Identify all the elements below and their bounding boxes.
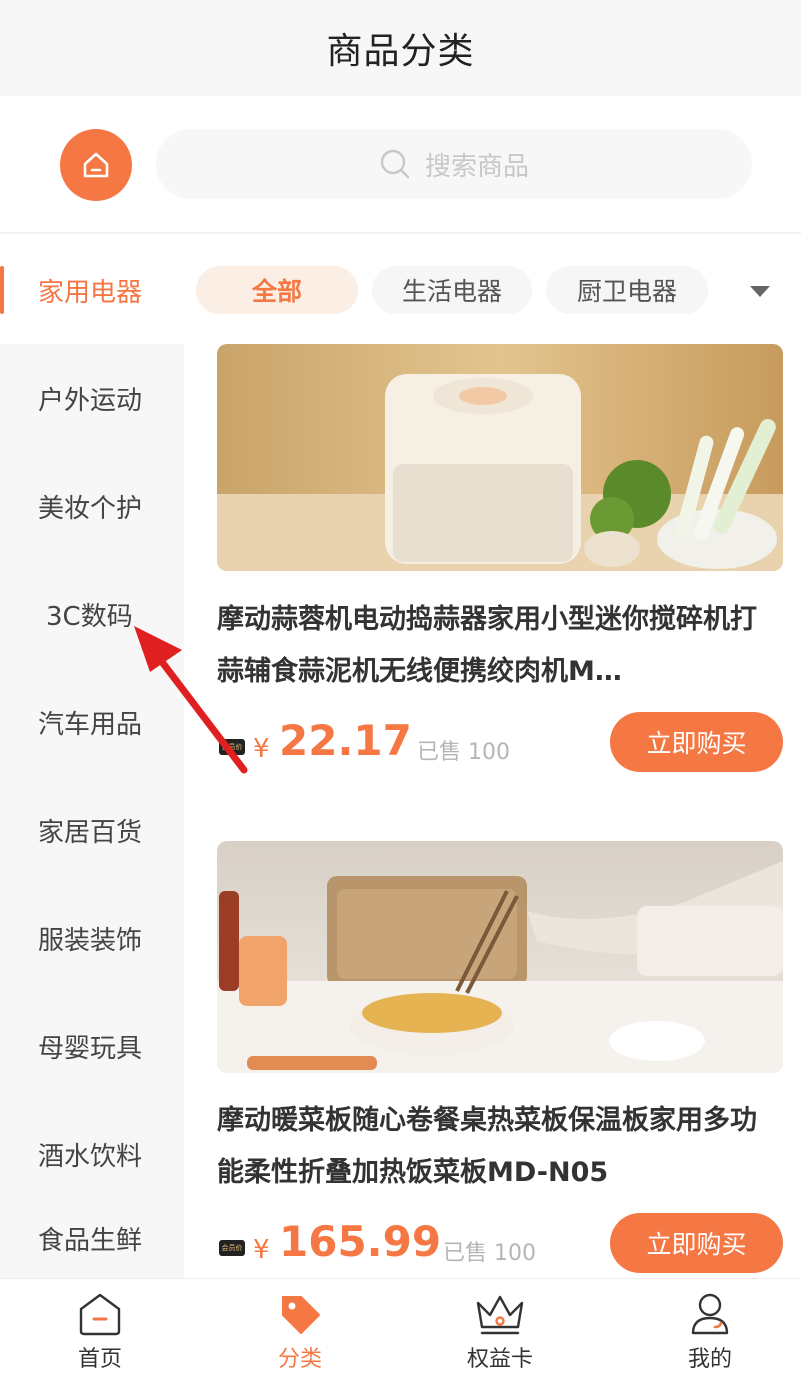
chip-life-appliances[interactable]: 生活电器 [372, 266, 532, 314]
home-button[interactable] [60, 129, 132, 201]
bottom-tab-bar: 首页 分类 权益卡 我的 [0, 1278, 801, 1378]
tab-profile[interactable]: 我的 [610, 1279, 801, 1378]
tab-label: 分类 [277, 1347, 322, 1372]
sidebar-item-label: 户外运动 [38, 385, 143, 416]
chip-label: 全部 [251, 277, 302, 306]
sold-count: 已售 100 [443, 1241, 536, 1266]
subcategory-bar: 全部 生活电器 厨卫电器 [184, 236, 801, 344]
sidebar-item-label: 酒水饮料 [38, 1141, 143, 1172]
sidebar-item-label: 家用电器 [38, 277, 143, 308]
sidebar-item-baby-toys[interactable]: 母婴玩具 [0, 992, 184, 1100]
home-icon [83, 152, 109, 178]
sidebar-item-auto[interactable]: 汽车用品 [0, 668, 184, 776]
buy-now-button[interactable]: 立即购买 [610, 1213, 783, 1273]
home-icon [79, 1293, 121, 1336]
product-card[interactable]: 摩动暖菜板随心卷餐桌热菜板保温板家用多功能柔性折叠加热饭菜板MD-N05 会员价… [217, 841, 783, 1273]
product-title[interactable]: 摩动暖菜板随心卷餐桌热菜板保温板家用多功能柔性折叠加热饭菜板MD-N05 [217, 1095, 783, 1199]
search-icon [380, 149, 410, 179]
tag-icon [282, 1296, 320, 1334]
search-bar: 搜索商品 [0, 96, 801, 234]
currency-symbol: ¥ [253, 1235, 270, 1265]
vip-price-badge: 会员价 [219, 1240, 245, 1256]
product-price: 22.17 [279, 716, 412, 765]
currency-symbol: ¥ [253, 734, 270, 764]
tab-label: 首页 [77, 1347, 122, 1372]
sidebar-item-label: 汽车用品 [38, 709, 143, 740]
category-sidebar: 家用电器 户外运动 美妆个护 3C数码 汽车用品 家居百货 服装装饰 母婴玩具 … [0, 236, 184, 1278]
chip-label: 厨卫电器 [576, 277, 677, 306]
search-input[interactable]: 搜索商品 [156, 129, 752, 199]
product-price: 165.99 [279, 1217, 442, 1266]
page-title: 商品分类 [326, 31, 475, 72]
sidebar-item-label: 食品生鲜 [38, 1226, 143, 1256]
buy-now-button[interactable]: 立即购买 [610, 712, 783, 772]
sidebar-item-appliances[interactable]: 家用电器 [0, 236, 184, 344]
chip-kitchen-bath[interactable]: 厨卫电器 [546, 266, 708, 314]
sidebar-item-label: 母婴玩具 [38, 1033, 143, 1064]
tab-label: 我的 [687, 1347, 732, 1372]
sidebar-item-label: 家居百货 [38, 817, 143, 848]
sidebar-item-fresh-food[interactable]: 食品生鲜 [0, 1208, 184, 1278]
sidebar-item-home-goods[interactable]: 家居百货 [0, 776, 184, 884]
price-row: 会员价 ¥ 22.17 已售 100 立即购买 [217, 712, 783, 772]
tab-category[interactable]: 分类 [200, 1279, 400, 1378]
product-list[interactable]: 摩动蒜蓉机电动捣蒜器家用小型迷你搅碎机打蒜辅食蒜泥机无线便携绞肉机M… 会员价 … [184, 344, 801, 1278]
product-image[interactable] [217, 841, 783, 1073]
sidebar-item-label: 美妆个护 [38, 493, 143, 524]
tab-label: 权益卡 [466, 1347, 533, 1372]
buy-now-label: 立即购买 [646, 1230, 747, 1259]
crown-icon [476, 1295, 524, 1335]
tab-home[interactable]: 首页 [0, 1279, 200, 1378]
search-placeholder: 搜索商品 [424, 151, 529, 182]
chevron-down-icon[interactable] [750, 286, 770, 297]
sidebar-item-label: 服装装饰 [38, 925, 143, 956]
sidebar-item-beauty[interactable]: 美妆个护 [0, 452, 184, 560]
vip-price-badge: 会员价 [219, 739, 245, 755]
buy-now-label: 立即购买 [646, 729, 747, 758]
sidebar-item-digital[interactable]: 3C数码 [0, 560, 184, 668]
product-card[interactable]: 摩动蒜蓉机电动捣蒜器家用小型迷你搅碎机打蒜辅食蒜泥机无线便携绞肉机M… 会员价 … [217, 344, 783, 774]
sidebar-item-outdoor[interactable]: 户外运动 [0, 344, 184, 452]
user-icon [691, 1293, 729, 1335]
tab-membership-card[interactable]: 权益卡 [400, 1279, 600, 1378]
sidebar-item-label: 3C数码 [46, 601, 133, 632]
sold-count: 已售 100 [417, 740, 510, 765]
chip-all[interactable]: 全部 [196, 266, 358, 314]
price-row: 会员价 ¥ 165.99 已售 100 立即购买 [217, 1213, 783, 1273]
sidebar-item-drinks[interactable]: 酒水饮料 [0, 1100, 184, 1208]
chip-label: 生活电器 [401, 277, 502, 306]
page-header: 商品分类 [0, 0, 801, 96]
product-image[interactable] [217, 344, 783, 571]
sidebar-item-apparel[interactable]: 服装装饰 [0, 884, 184, 992]
product-title[interactable]: 摩动蒜蓉机电动捣蒜器家用小型迷你搅碎机打蒜辅食蒜泥机无线便携绞肉机M… [217, 594, 783, 698]
